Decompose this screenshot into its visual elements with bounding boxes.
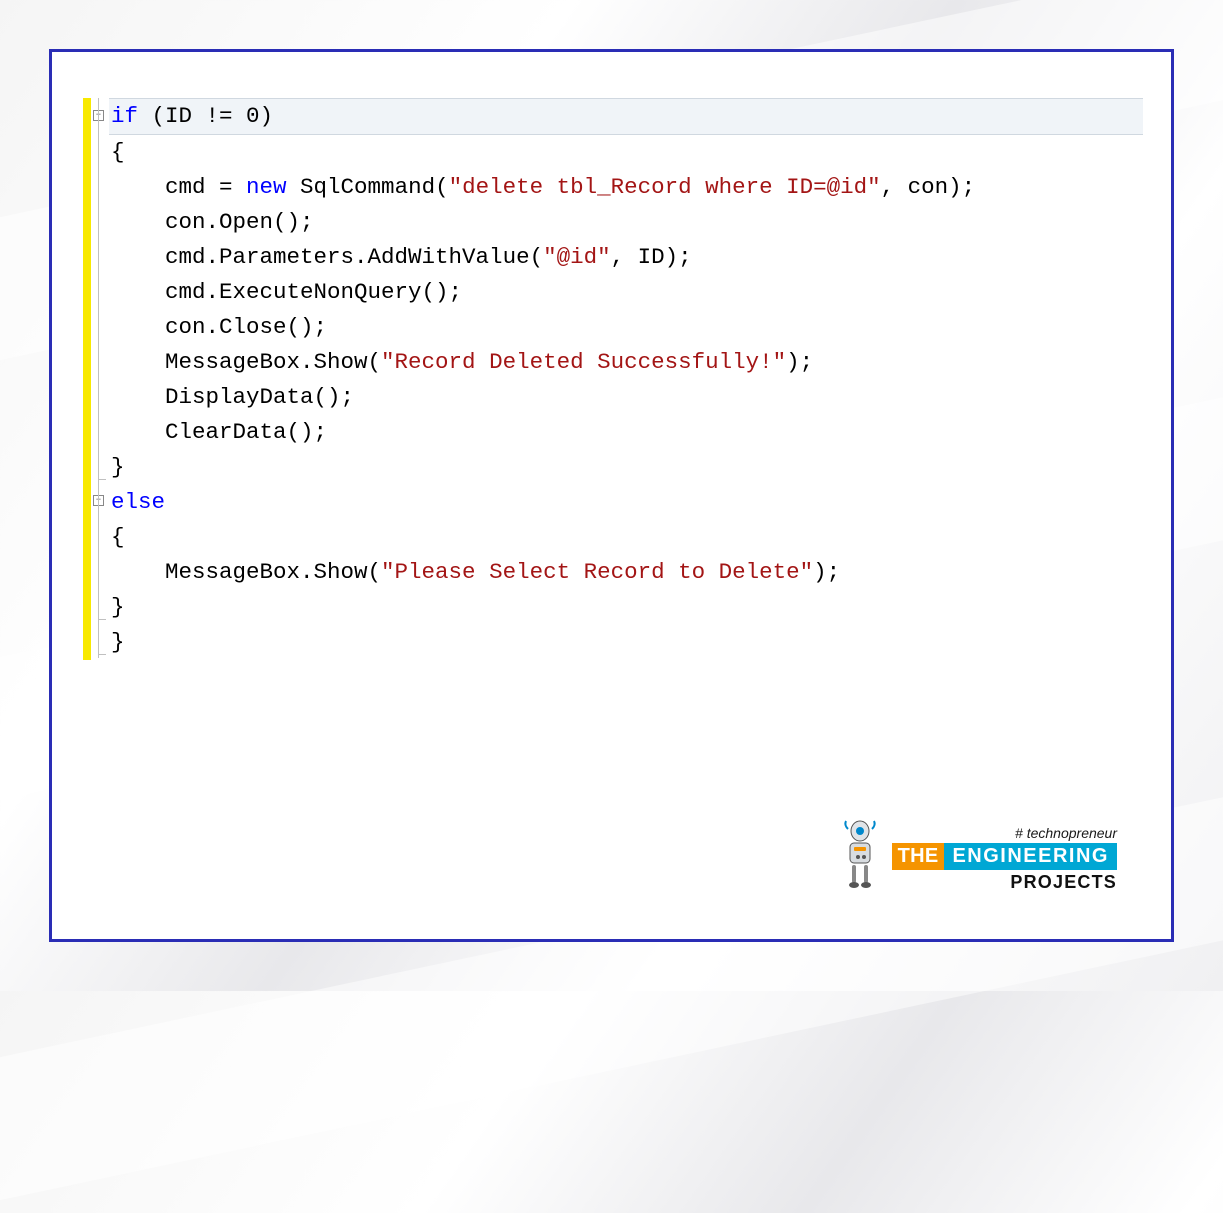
logo-tagline: # technopreneur: [1015, 825, 1117, 841]
code-line[interactable]: else: [109, 485, 1143, 520]
code-line[interactable]: cmd.Parameters.AddWithValue("@id", ID);: [109, 240, 1143, 275]
code-line[interactable]: {: [109, 135, 1143, 170]
code-line[interactable]: con.Close();: [109, 310, 1143, 345]
code-line[interactable]: {: [109, 520, 1143, 555]
code-line[interactable]: DisplayData();: [109, 380, 1143, 415]
robot-icon: [836, 819, 884, 893]
fold-guide: [98, 479, 106, 480]
code-line[interactable]: cmd = new SqlCommand("delete tbl_Record …: [109, 170, 1143, 205]
fold-guide: [98, 619, 106, 620]
fold-guide: [98, 98, 99, 658]
code-line[interactable]: MessageBox.Show("Record Deleted Successf…: [109, 345, 1143, 380]
logo-engineering: ENGINEERING: [944, 843, 1117, 870]
code-line[interactable]: }: [109, 625, 1143, 660]
logo-the: THE: [892, 843, 945, 870]
fold-guide: [98, 654, 106, 655]
code-editor: −− if (ID != 0){ cmd = new SqlCommand("d…: [83, 98, 1143, 660]
fold-gutter: −−: [91, 98, 109, 658]
code-line[interactable]: }: [109, 590, 1143, 625]
code-line[interactable]: cmd.ExecuteNonQuery();: [109, 275, 1143, 310]
logo-projects: PROJECTS: [1010, 872, 1117, 893]
code-line[interactable]: if (ID != 0): [109, 98, 1143, 135]
code-line[interactable]: ClearData();: [109, 415, 1143, 450]
modification-bar: [83, 98, 91, 660]
code-line[interactable]: }: [109, 450, 1143, 485]
watermark-logo: # technopreneur THE ENGINEERING PROJECTS: [836, 819, 1117, 893]
content-frame: −− if (ID != 0){ cmd = new SqlCommand("d…: [49, 49, 1174, 942]
code-line[interactable]: con.Open();: [109, 205, 1143, 240]
code-lines[interactable]: if (ID != 0){ cmd = new SqlCommand("dele…: [109, 98, 1143, 660]
code-line[interactable]: MessageBox.Show("Please Select Record to…: [109, 555, 1143, 590]
